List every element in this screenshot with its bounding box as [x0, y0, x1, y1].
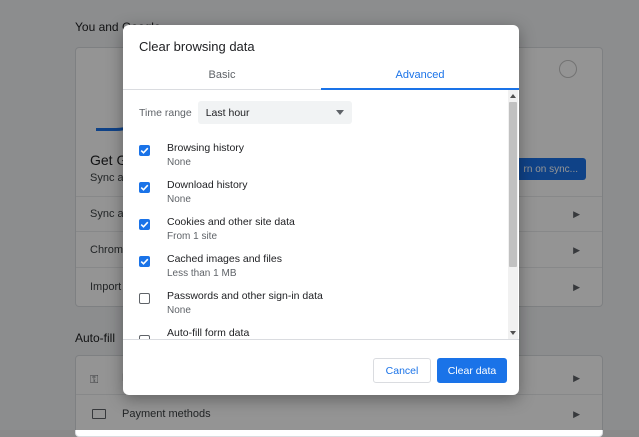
time-range-value: Last hour	[205, 106, 250, 119]
dropdown-arrow-icon	[335, 110, 344, 115]
checkmark-icon	[140, 221, 149, 228]
dialog-title: Clear browsing data	[139, 39, 255, 54]
option-subtitle: None	[167, 194, 191, 205]
checkbox-checked[interactable]	[139, 182, 150, 193]
option-subtitle: Less than 1 MB	[167, 268, 237, 279]
checkmark-icon	[140, 258, 149, 265]
option-title: Cached images and files	[167, 253, 282, 265]
clear-data-button[interactable]: Clear data	[437, 358, 507, 383]
checkbox-unchecked[interactable]	[139, 335, 150, 339]
scrollbar[interactable]	[508, 90, 518, 339]
checkmark-icon	[140, 184, 149, 191]
option-subtitle: From 1 site	[167, 231, 218, 242]
cancel-button[interactable]: Cancel	[373, 358, 431, 383]
time-range-row: Time range Last hour	[139, 101, 352, 124]
scroll-up-arrow-icon[interactable]	[510, 94, 516, 98]
tab-advanced[interactable]: Advanced	[321, 61, 519, 90]
option-title: Passwords and other sign-in data	[167, 290, 323, 302]
time-range-select[interactable]: Last hour	[197, 101, 352, 124]
tab-bar: Basic Advanced	[123, 61, 519, 90]
option-title: Auto-fill form data	[167, 327, 250, 339]
checkbox-checked[interactable]	[139, 256, 150, 267]
checkbox-checked[interactable]	[139, 145, 150, 156]
scroll-down-arrow-icon[interactable]	[510, 331, 516, 335]
tab-basic[interactable]: Basic	[123, 61, 321, 89]
checkbox-unchecked[interactable]	[139, 293, 150, 304]
option-title: Download history	[167, 179, 248, 191]
checkbox-checked[interactable]	[139, 219, 150, 230]
clear-browsing-data-dialog: Clear browsing data Basic Advanced Time …	[123, 25, 519, 395]
option-subtitle: None	[167, 305, 191, 316]
scrollbar-thumb[interactable]	[509, 102, 517, 267]
option-title: Browsing history	[167, 142, 245, 154]
checkmark-icon	[140, 147, 149, 154]
options-scroll-area[interactable]: Time range Last hour Browsing history No…	[123, 90, 519, 340]
option-title: Cookies and other site data	[167, 216, 295, 228]
time-range-label: Time range	[139, 106, 192, 119]
option-subtitle: None	[167, 157, 191, 168]
